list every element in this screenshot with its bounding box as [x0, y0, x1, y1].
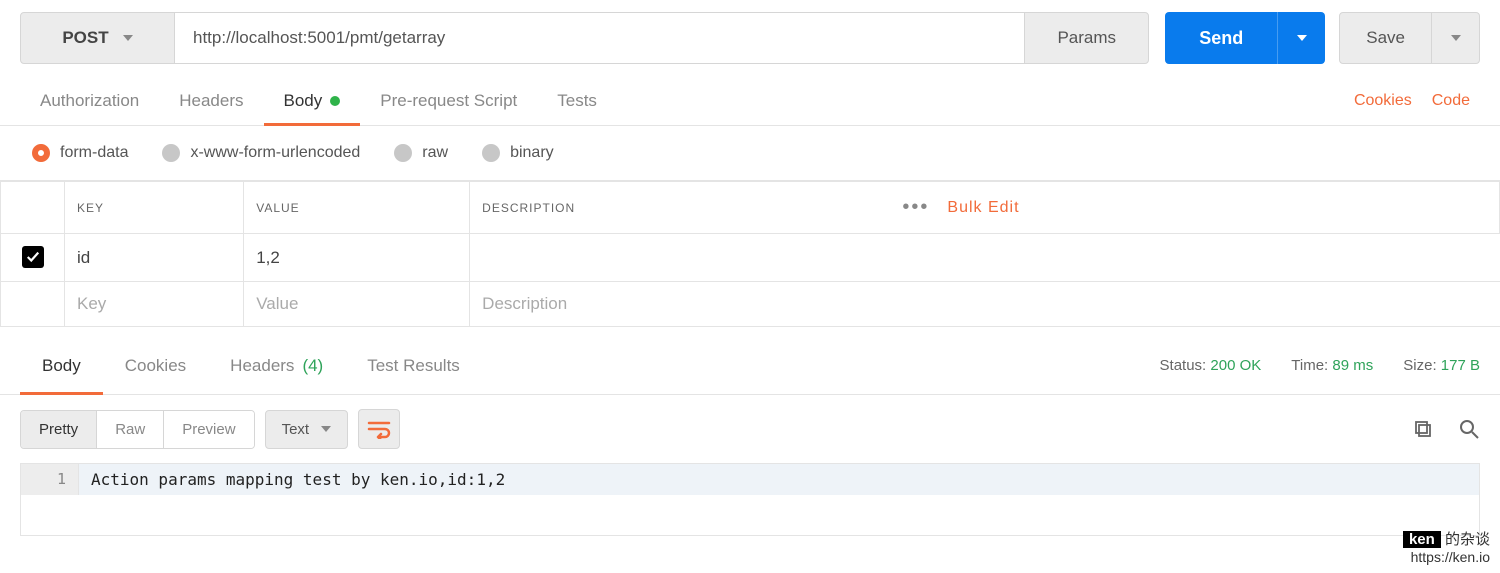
time-value: 89 ms — [1332, 357, 1373, 374]
radio-icon — [32, 144, 50, 162]
resp-tab-body[interactable]: Body — [20, 337, 103, 394]
view-raw-button[interactable]: Raw — [96, 411, 163, 448]
save-button[interactable]: Save — [1339, 12, 1432, 64]
http-method-select[interactable]: POST — [20, 12, 175, 64]
copy-icon[interactable] — [1412, 418, 1434, 440]
row-checkbox[interactable] — [22, 246, 44, 268]
chevron-down-icon — [1451, 35, 1461, 41]
format-select[interactable]: Text — [265, 410, 349, 449]
search-icon[interactable] — [1458, 418, 1480, 440]
body-type-urlencoded[interactable]: x-www-form-urlencoded — [162, 144, 360, 162]
response-body: 1 Action params mapping test by ken.io,i… — [20, 463, 1480, 536]
tab-headers[interactable]: Headers — [159, 76, 263, 125]
resp-tab-test-results[interactable]: Test Results — [345, 337, 482, 394]
tab-body[interactable]: Body — [264, 76, 361, 125]
send-dropdown-button[interactable] — [1277, 12, 1325, 64]
http-method-label: POST — [62, 28, 108, 48]
cell-value[interactable]: 1,2 — [244, 234, 470, 282]
cell-description-placeholder[interactable]: Description — [470, 282, 1500, 327]
tab-authorization[interactable]: Authorization — [20, 76, 159, 125]
more-icon[interactable]: ••• — [902, 196, 929, 219]
view-mode-segment: Pretty Raw Preview — [20, 410, 255, 449]
radio-icon — [482, 144, 500, 162]
wrap-icon — [367, 419, 391, 439]
radio-icon — [394, 144, 412, 162]
cell-key-placeholder[interactable]: Key — [65, 282, 244, 327]
resp-tab-headers[interactable]: Headers (4) — [208, 337, 345, 394]
bulk-edit-link[interactable]: Bulk Edit — [947, 199, 1019, 217]
tab-tests[interactable]: Tests — [537, 76, 617, 125]
modified-dot-icon — [330, 96, 340, 106]
table-row-new[interactable]: Key Value Description — [1, 282, 1500, 327]
view-preview-button[interactable]: Preview — [163, 411, 253, 448]
body-type-form-data[interactable]: form-data — [32, 144, 128, 162]
table-row[interactable]: id 1,2 — [1, 234, 1500, 282]
col-value: VALUE — [244, 182, 470, 234]
response-meta: Status: 200 OK Time: 89 ms Size: 177 B — [1160, 357, 1480, 374]
headers-count: (4) — [302, 356, 323, 376]
check-icon — [26, 250, 40, 264]
body-type-binary[interactable]: binary — [482, 144, 554, 162]
chevron-down-icon — [1297, 35, 1307, 41]
cell-description[interactable] — [470, 234, 1500, 282]
col-key: KEY — [65, 182, 244, 234]
col-description: DESCRIPTION — [470, 182, 858, 234]
cell-value-placeholder[interactable]: Value — [244, 282, 470, 327]
radio-icon — [162, 144, 180, 162]
line-number: 1 — [21, 464, 79, 495]
view-pretty-button[interactable]: Pretty — [21, 411, 96, 448]
code-link[interactable]: Code — [1422, 92, 1480, 110]
params-button[interactable]: Params — [1024, 12, 1149, 64]
body-type-raw[interactable]: raw — [394, 144, 448, 162]
response-text[interactable]: Action params mapping test by ken.io,id:… — [79, 464, 1479, 495]
status-value: 200 OK — [1210, 357, 1261, 374]
tab-prerequest[interactable]: Pre-request Script — [360, 76, 537, 125]
resp-tab-cookies[interactable]: Cookies — [103, 337, 208, 394]
chevron-down-icon — [321, 426, 331, 432]
wrap-lines-button[interactable] — [358, 409, 400, 449]
size-value: 177 B — [1441, 357, 1480, 374]
send-button[interactable]: Send — [1165, 12, 1277, 64]
chevron-down-icon — [123, 35, 133, 41]
form-data-table: KEY VALUE DESCRIPTION ••• Bulk Edit id 1… — [0, 181, 1500, 327]
save-dropdown-button[interactable] — [1432, 12, 1480, 64]
cell-key[interactable]: id — [65, 234, 244, 282]
cookies-link[interactable]: Cookies — [1344, 92, 1422, 110]
watermark: ken 的杂谈 https://ken.io — [1403, 528, 1490, 565]
url-input[interactable] — [175, 12, 1024, 64]
